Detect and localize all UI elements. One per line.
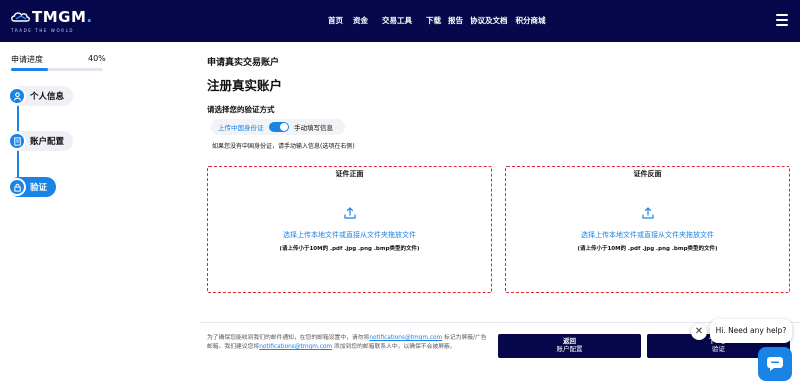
brand-name: TMGM. <box>32 8 93 26</box>
toggle-option-upload-id[interactable]: 上传中国身份证 <box>218 122 264 132</box>
upload-back-dropzone[interactable]: 证件反面 选择上传本地文件或直接从文件夹拖放文件 (请上传小于10M的 .pdf… <box>505 166 790 293</box>
nav-item-trading-tools[interactable]: 交易工具 <box>382 15 412 27</box>
notification-email-link[interactable]: notifications@tmgm.com <box>369 335 442 341</box>
brand-logo[interactable]: TMGM. TRADE THE WORLD <box>10 8 93 35</box>
step-personal-info[interactable]: 个人信息 <box>8 86 74 106</box>
chat-icon <box>767 357 783 371</box>
upload-icon <box>343 207 356 219</box>
cloud-logo-icon <box>11 12 30 22</box>
progress-percent: 40% <box>88 54 106 63</box>
page-title: 注册真实账户 <box>207 78 283 93</box>
toggle-switch[interactable] <box>269 122 289 132</box>
progress-bar <box>11 68 103 71</box>
nav-item-home[interactable]: 首页 <box>328 15 343 27</box>
page-kicker: 申请真实交易账户 <box>207 58 280 68</box>
top-header: TMGM. TRADE THE WORLD 首页 资金 交易工具 下载 报告 协… <box>0 0 800 42</box>
back-button-sublabel: 账户配置 <box>556 345 583 353</box>
upload-back-requirements: (请上传小于10M的 .pdf .jpg .png .bmp类型的文件) <box>577 246 718 252</box>
step-circle <box>8 87 26 105</box>
step-label: 个人信息 <box>30 92 65 102</box>
step-circle <box>8 132 26 150</box>
lock-icon <box>13 183 21 192</box>
main-nav: 首页 资金 交易工具 下载 报告 协议及文档 积分商城 <box>328 15 546 27</box>
user-icon <box>13 91 21 101</box>
nav-item-reports[interactable]: 报告 <box>448 15 463 27</box>
back-button-label: 返回 <box>563 337 576 345</box>
upload-front-prompt[interactable]: 选择上传本地文件或直接从文件夹拖放文件 <box>208 230 491 240</box>
nav-item-agreements[interactable]: 协议及文档 <box>470 15 508 27</box>
email-notice: 为了确保您能收到我们的邮件通知，在您的邮箱设置中，请勿将notification… <box>207 335 487 350</box>
step-verification[interactable]: 验证 <box>8 177 57 197</box>
upload-back-prompt[interactable]: 选择上传本地文件或直接从文件夹拖放文件 <box>506 230 789 240</box>
verification-hint: 如果您没有中国身份证，请手动输入信息(选项在右侧) <box>212 143 355 150</box>
chat-close-icon[interactable]: ✕ <box>691 324 707 340</box>
progress-bar-fill <box>11 68 48 71</box>
toggle-knob <box>280 123 288 131</box>
nav-item-download[interactable]: 下载 <box>426 15 441 27</box>
upload-front-dropzone[interactable]: 证件正面 选择上传本地文件或直接从文件夹拖放文件 (请上传小于10M的 .pdf… <box>207 166 492 293</box>
upload-icon <box>641 207 654 219</box>
brand-tagline: TRADE THE WORLD <box>11 28 75 33</box>
step-account-config[interactable]: 账户配置 <box>8 131 74 151</box>
progress-sidebar: 申请进度 40% 个人信息 账户配置 验证 <box>0 42 112 388</box>
nav-item-funds[interactable]: 资金 <box>353 15 368 27</box>
notification-email-link[interactable]: notifications@tmgm.com <box>259 344 332 350</box>
toggle-option-manual-entry[interactable]: 手动填写信息 <box>294 122 333 132</box>
verification-method-toggle: 上传中国身份证 手动填写信息 <box>211 119 345 135</box>
upload-front-title: 证件正面 <box>329 170 370 178</box>
document-icon <box>13 136 21 146</box>
step-label: 账户配置 <box>30 137 65 147</box>
verification-method-label: 请选择您的验证方式 <box>207 105 275 114</box>
nav-item-points-mall[interactable]: 积分商城 <box>516 15 546 27</box>
step-circle <box>8 178 26 196</box>
progress-label: 申请进度 <box>11 55 43 64</box>
hamburger-menu-icon[interactable] <box>776 14 788 26</box>
upload-back-title: 证件反面 <box>627 170 668 178</box>
step-label: 验证 <box>30 183 48 193</box>
upload-front-requirements: (请上传小于10M的 .pdf .jpg .png .bmp类型的文件) <box>279 246 420 252</box>
back-button[interactable]: 返回 账户配置 <box>498 334 641 358</box>
chat-greeting-bubble[interactable]: Hi. Need any help? <box>710 319 792 343</box>
chat-launcher-button[interactable] <box>758 347 792 381</box>
